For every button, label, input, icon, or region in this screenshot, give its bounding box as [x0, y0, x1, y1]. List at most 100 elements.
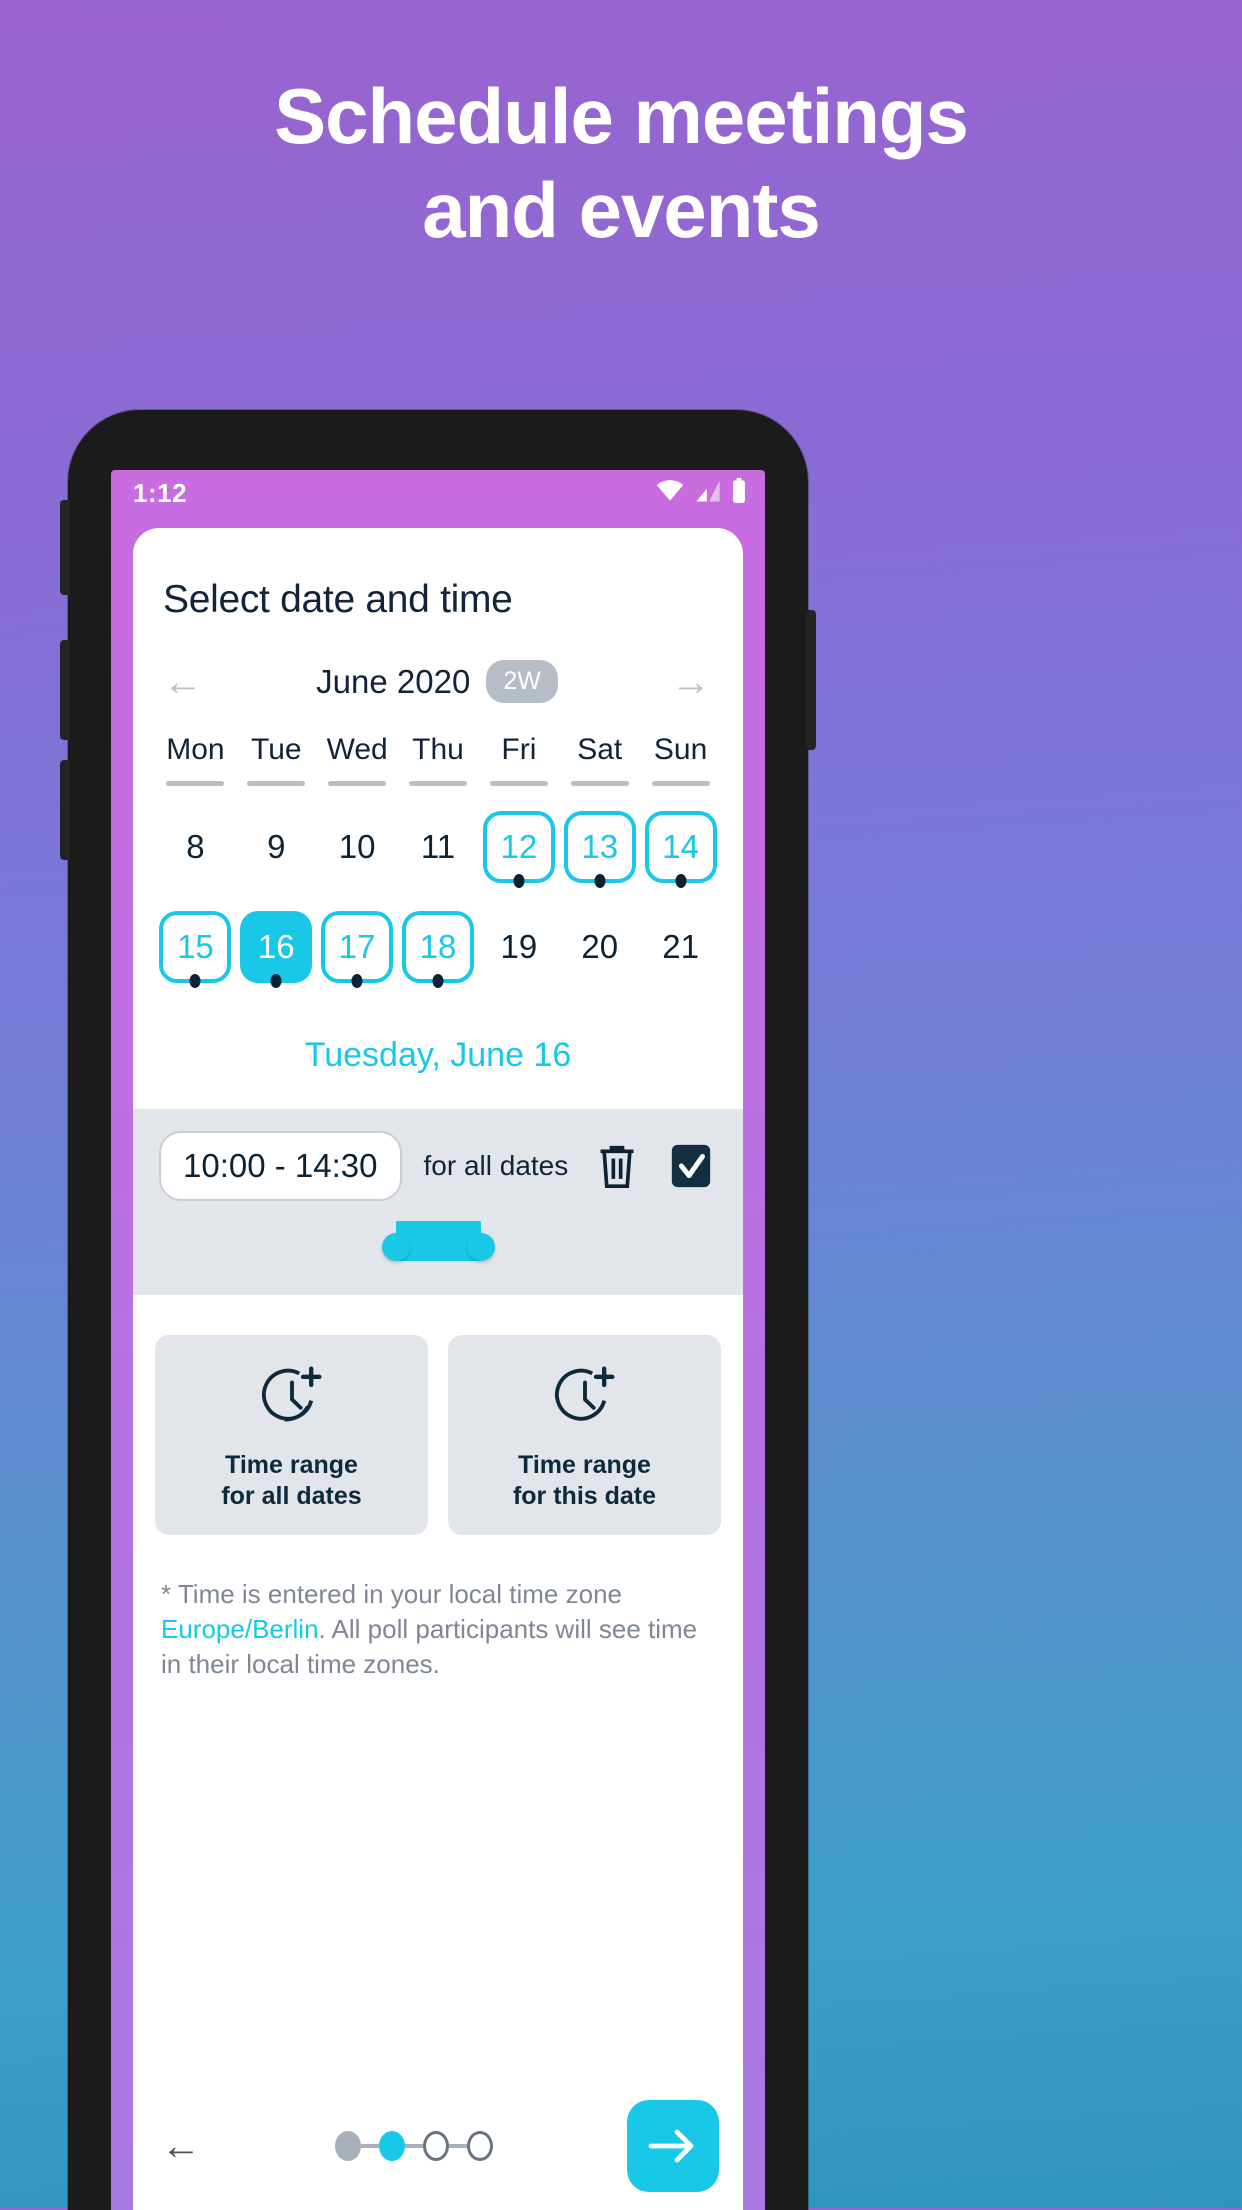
phone-power-button	[806, 610, 816, 750]
calendar-day-cell[interactable]: 19	[478, 886, 559, 986]
calendar-day-number[interactable]: 18	[402, 911, 474, 983]
calendar-day-cell[interactable]: 14	[640, 786, 721, 888]
calendar-day-wrap: 11	[402, 808, 474, 886]
time-range-this-date-button[interactable]: Time range for this date	[448, 1335, 721, 1535]
status-bar-icons	[655, 477, 747, 509]
calendar-day-wrap: 17	[321, 908, 394, 988]
calendar-weeks: 8 9 10 11 12 13 14 15 16 17 18 19 20 21	[155, 786, 721, 988]
calendar-day-cell[interactable]: 10	[317, 786, 398, 886]
calendar-day-marker-dot	[432, 974, 444, 988]
promo-headline: Schedule meetings and events	[0, 70, 1242, 257]
weekday-label: Sun	[653, 733, 708, 766]
promo-line-1: Schedule meetings	[274, 72, 969, 160]
weekday-label: Wed	[326, 733, 388, 766]
time-range-actions: Time range for all dates Time range for …	[133, 1295, 743, 1535]
weekday-header-row: Mon Tue Wed Thu Fri Sat Sun	[155, 733, 721, 786]
next-month-arrow-icon[interactable]: →	[661, 662, 711, 702]
calendar-day-number[interactable]: 20	[564, 911, 636, 983]
calendar-day-number[interactable]: 10	[321, 811, 393, 883]
time-range-all-dates-button[interactable]: Time range for all dates	[155, 1335, 428, 1535]
calendar-day-wrap: 16	[240, 908, 313, 988]
month-navigation: ← June 2020 2W →	[133, 622, 743, 703]
calendar-day-number[interactable]: 12	[482, 811, 555, 883]
weekday-label: Mon	[166, 733, 225, 766]
step-dot[interactable]	[335, 2131, 361, 2161]
calendar-day-cell[interactable]: 18	[398, 886, 479, 988]
action-line-1: Time range	[225, 1451, 358, 1479]
weekday-header-cell: Tue	[236, 733, 317, 786]
calendar-day-wrap: 21	[645, 908, 717, 986]
time-range-panel: 10:00 - 14:30 for all dates	[133, 1109, 743, 1295]
month-label: June 2020	[316, 662, 471, 700]
slider-handle-end[interactable]	[466, 1233, 495, 1261]
calendar-day-cell[interactable]: 15	[155, 886, 236, 988]
calendar-day-wrap: 10	[321, 808, 393, 886]
wizard-bottom-bar: ←	[133, 2100, 743, 2210]
calendar-grid: Mon Tue Wed Thu Fri Sat Sun 8 9 10 11 12 13 14 15 16 17…	[133, 703, 743, 988]
calendar-day-number[interactable]: 21	[645, 911, 717, 983]
calendar-day-wrap: 9	[240, 808, 312, 886]
calendar-day-cell[interactable]: 20	[559, 886, 640, 986]
calendar-day-number[interactable]: 15	[159, 911, 232, 983]
calendar-day-wrap: 14	[644, 808, 717, 888]
time-range-slider-wrap	[159, 1221, 717, 1261]
cellular-signal-icon	[694, 479, 722, 508]
calendar-week-row: 8 9 10 11 12 13 14	[155, 786, 721, 888]
calendar-day-cell[interactable]: 21	[640, 886, 721, 986]
clock-plus-icon	[549, 1366, 621, 1437]
back-arrow-icon[interactable]: ←	[161, 2126, 201, 2166]
calendar-day-marker-dot	[189, 974, 201, 988]
page-title: Select date and time	[163, 578, 513, 621]
calendar-day-wrap: 19	[483, 908, 555, 986]
battery-icon	[731, 477, 747, 509]
calendar-day-cell[interactable]: 13	[559, 786, 640, 888]
status-bar-clock: 1:12	[133, 477, 188, 508]
calendar-day-number[interactable]: 16	[240, 911, 313, 983]
time-range-input[interactable]: 10:00 - 14:30	[159, 1131, 402, 1201]
calendar-day-cell[interactable]: 17	[317, 886, 398, 988]
calendar-day-cell[interactable]: 16	[236, 886, 317, 988]
month-center: June 2020 2W	[316, 660, 558, 703]
step-connector	[449, 2144, 467, 2148]
action-label-all-dates: Time range for all dates	[155, 1450, 428, 1513]
two-week-view-badge[interactable]: 2W	[486, 660, 558, 703]
calendar-day-cell[interactable]: 12	[478, 786, 559, 888]
calendar-day-marker-dot	[594, 874, 606, 888]
arrow-right-icon	[648, 2129, 694, 2163]
calendar-day-cell[interactable]: 8	[155, 786, 236, 886]
calendar-day-wrap: 18	[402, 908, 474, 988]
calendar-day-number[interactable]: 9	[240, 811, 312, 883]
calendar-day-number[interactable]: 11	[402, 811, 474, 883]
time-range-slider[interactable]	[381, 1221, 495, 1261]
weekday-label: Tue	[250, 733, 302, 766]
phone-mute-switch	[60, 500, 70, 595]
action-line-2: for all dates	[221, 1482, 362, 1511]
checkbox-checked-icon[interactable]	[665, 1140, 717, 1192]
calendar-day-wrap: 15	[159, 908, 232, 988]
calendar-day-number[interactable]: 13	[563, 811, 636, 883]
calendar-day-cell[interactable]: 11	[398, 786, 479, 886]
time-range-row: 10:00 - 14:30 for all dates	[159, 1131, 717, 1201]
next-step-button[interactable]	[627, 2100, 719, 2192]
calendar-day-number[interactable]: 14	[644, 811, 717, 883]
slider-handle-start[interactable]	[381, 1233, 410, 1261]
step-dot[interactable]	[467, 2131, 493, 2161]
calendar-day-cell[interactable]: 9	[236, 786, 317, 886]
timezone-link[interactable]: Europe/Berlin	[161, 1614, 319, 1644]
phone-volume-up-button	[60, 640, 70, 740]
calendar-day-wrap: 12	[482, 808, 555, 888]
step-indicator	[335, 2131, 493, 2161]
previous-month-arrow-icon[interactable]: ←	[163, 662, 213, 702]
weekday-header-cell: Sun	[640, 733, 721, 786]
step-dot[interactable]	[423, 2131, 449, 2161]
calendar-day-number[interactable]: 17	[321, 911, 394, 983]
calendar-day-wrap: 13	[563, 808, 636, 888]
step-dot[interactable]	[379, 2131, 405, 2161]
calendar-day-number[interactable]: 8	[159, 811, 231, 883]
calendar-day-number[interactable]: 19	[483, 911, 555, 983]
trash-icon[interactable]	[591, 1140, 643, 1192]
clock-plus-icon	[256, 1366, 328, 1437]
action-line-2: for this date	[512, 1482, 657, 1511]
calendar-day-marker-dot	[513, 874, 525, 888]
step-connector	[405, 2144, 423, 2148]
